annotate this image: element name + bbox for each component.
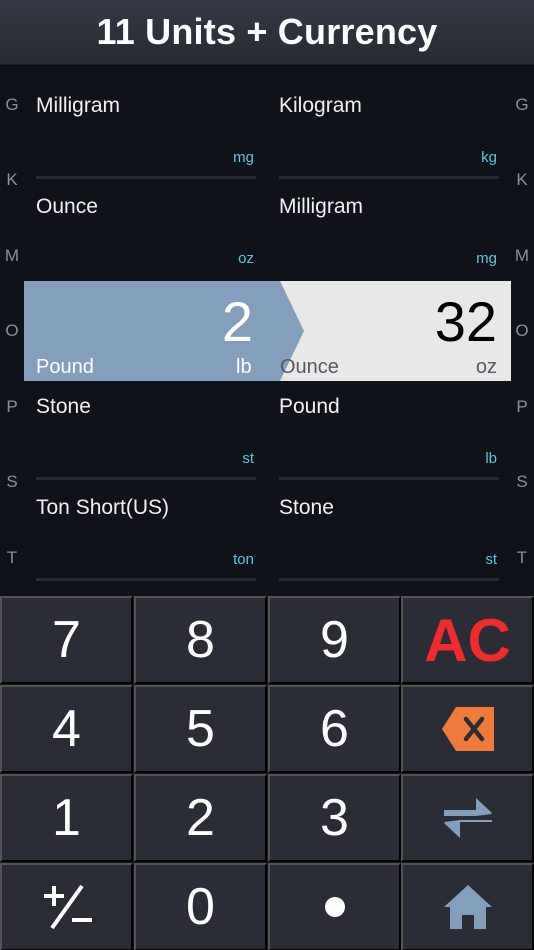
from-unit-abbr: lb — [236, 356, 252, 378]
index-letter-m[interactable]: M — [0, 246, 24, 266]
all-clear-button[interactable]: AC — [401, 596, 534, 684]
decimal-button[interactable] — [268, 863, 401, 950]
from-value[interactable]: 2 — [222, 289, 253, 354]
home-icon — [443, 885, 492, 929]
unit-name: Milligram — [36, 94, 120, 117]
swap-icon — [443, 798, 492, 838]
key-6[interactable]: 6 — [268, 685, 401, 773]
key-3[interactable]: 3 — [268, 774, 401, 862]
divider — [36, 578, 256, 581]
unit-name: Milligram — [279, 195, 363, 218]
app-header: 11 Units + Currency — [0, 0, 534, 65]
unit-abbr: st — [242, 450, 254, 467]
index-letter-p[interactable]: P — [0, 397, 24, 417]
to-unit-name: Ounce — [280, 356, 339, 378]
decimal-point-icon — [324, 897, 345, 917]
unit-abbr: mg — [233, 149, 254, 166]
selected-conversion-row[interactable]: 2 Pound lb 32 Ounce oz — [24, 281, 511, 381]
unit-name: Pound — [279, 395, 340, 418]
index-letter-o[interactable]: O — [0, 321, 24, 341]
plus-minus-icon — [43, 884, 92, 930]
index-letter-k[interactable]: K — [0, 170, 24, 190]
key-7[interactable]: 7 — [0, 596, 133, 684]
list-item[interactable]: Ton Short(US) ton — [36, 468, 256, 581]
index-bar-right[interactable]: G K M O P S T — [510, 66, 534, 596]
list-item[interactable]: Stone st — [36, 367, 256, 480]
list-item[interactable]: Milligram mg — [279, 167, 499, 267]
app-title: 11 Units + Currency — [96, 11, 438, 52]
key-4[interactable]: 4 — [0, 685, 133, 773]
unit-abbr: oz — [238, 250, 254, 267]
unit-abbr: kg — [481, 149, 497, 166]
index-letter-s[interactable]: S — [510, 472, 534, 492]
list-item[interactable]: Stone st — [279, 468, 499, 581]
divider — [279, 578, 499, 581]
unit-name: Stone — [279, 496, 334, 519]
unit-abbr: st — [485, 551, 497, 568]
to-value[interactable]: 32 — [435, 289, 497, 354]
backspace-button[interactable] — [401, 685, 534, 773]
to-unit-abbr: oz — [475, 356, 497, 378]
keypad: 7 8 9 AC 4 5 6 1 2 3 0 — [0, 596, 534, 950]
list-item[interactable]: Pound lb — [279, 367, 499, 480]
index-letter-m[interactable]: M — [510, 246, 534, 266]
index-letter-p[interactable]: P — [510, 397, 534, 417]
key-8[interactable]: 8 — [134, 596, 267, 684]
key-1[interactable]: 1 — [0, 774, 133, 862]
index-letter-o[interactable]: O — [510, 321, 534, 341]
list-item[interactable]: Ounce oz — [36, 167, 256, 267]
unit-abbr: lb — [485, 450, 497, 467]
index-letter-k[interactable]: K — [510, 170, 534, 190]
list-item[interactable]: Milligram mg — [36, 66, 256, 179]
unit-name: Kilogram — [279, 94, 362, 117]
key-5[interactable]: 5 — [134, 685, 267, 773]
key-2[interactable]: 2 — [134, 774, 267, 862]
swap-button[interactable] — [401, 774, 534, 862]
unit-name: Ton Short(US) — [36, 496, 170, 519]
index-letter-g[interactable]: G — [0, 95, 24, 115]
home-button[interactable] — [401, 863, 534, 950]
from-unit-name: Pound — [36, 356, 94, 378]
list-item[interactable]: Kilogram kg — [279, 66, 499, 179]
unit-name: Stone — [36, 395, 91, 418]
backspace-icon — [441, 707, 494, 751]
index-letter-t[interactable]: T — [0, 548, 24, 568]
plus-minus-button[interactable] — [0, 863, 133, 950]
index-bar-left[interactable]: G K M O P S T — [0, 66, 24, 596]
key-0[interactable]: 0 — [134, 863, 267, 950]
unit-abbr: mg — [476, 250, 497, 267]
index-letter-t[interactable]: T — [510, 548, 534, 568]
unit-abbr: ton — [233, 551, 254, 568]
key-9[interactable]: 9 — [268, 596, 401, 684]
index-letter-s[interactable]: S — [0, 472, 24, 492]
unit-name: Ounce — [36, 195, 98, 218]
index-letter-g[interactable]: G — [510, 95, 534, 115]
